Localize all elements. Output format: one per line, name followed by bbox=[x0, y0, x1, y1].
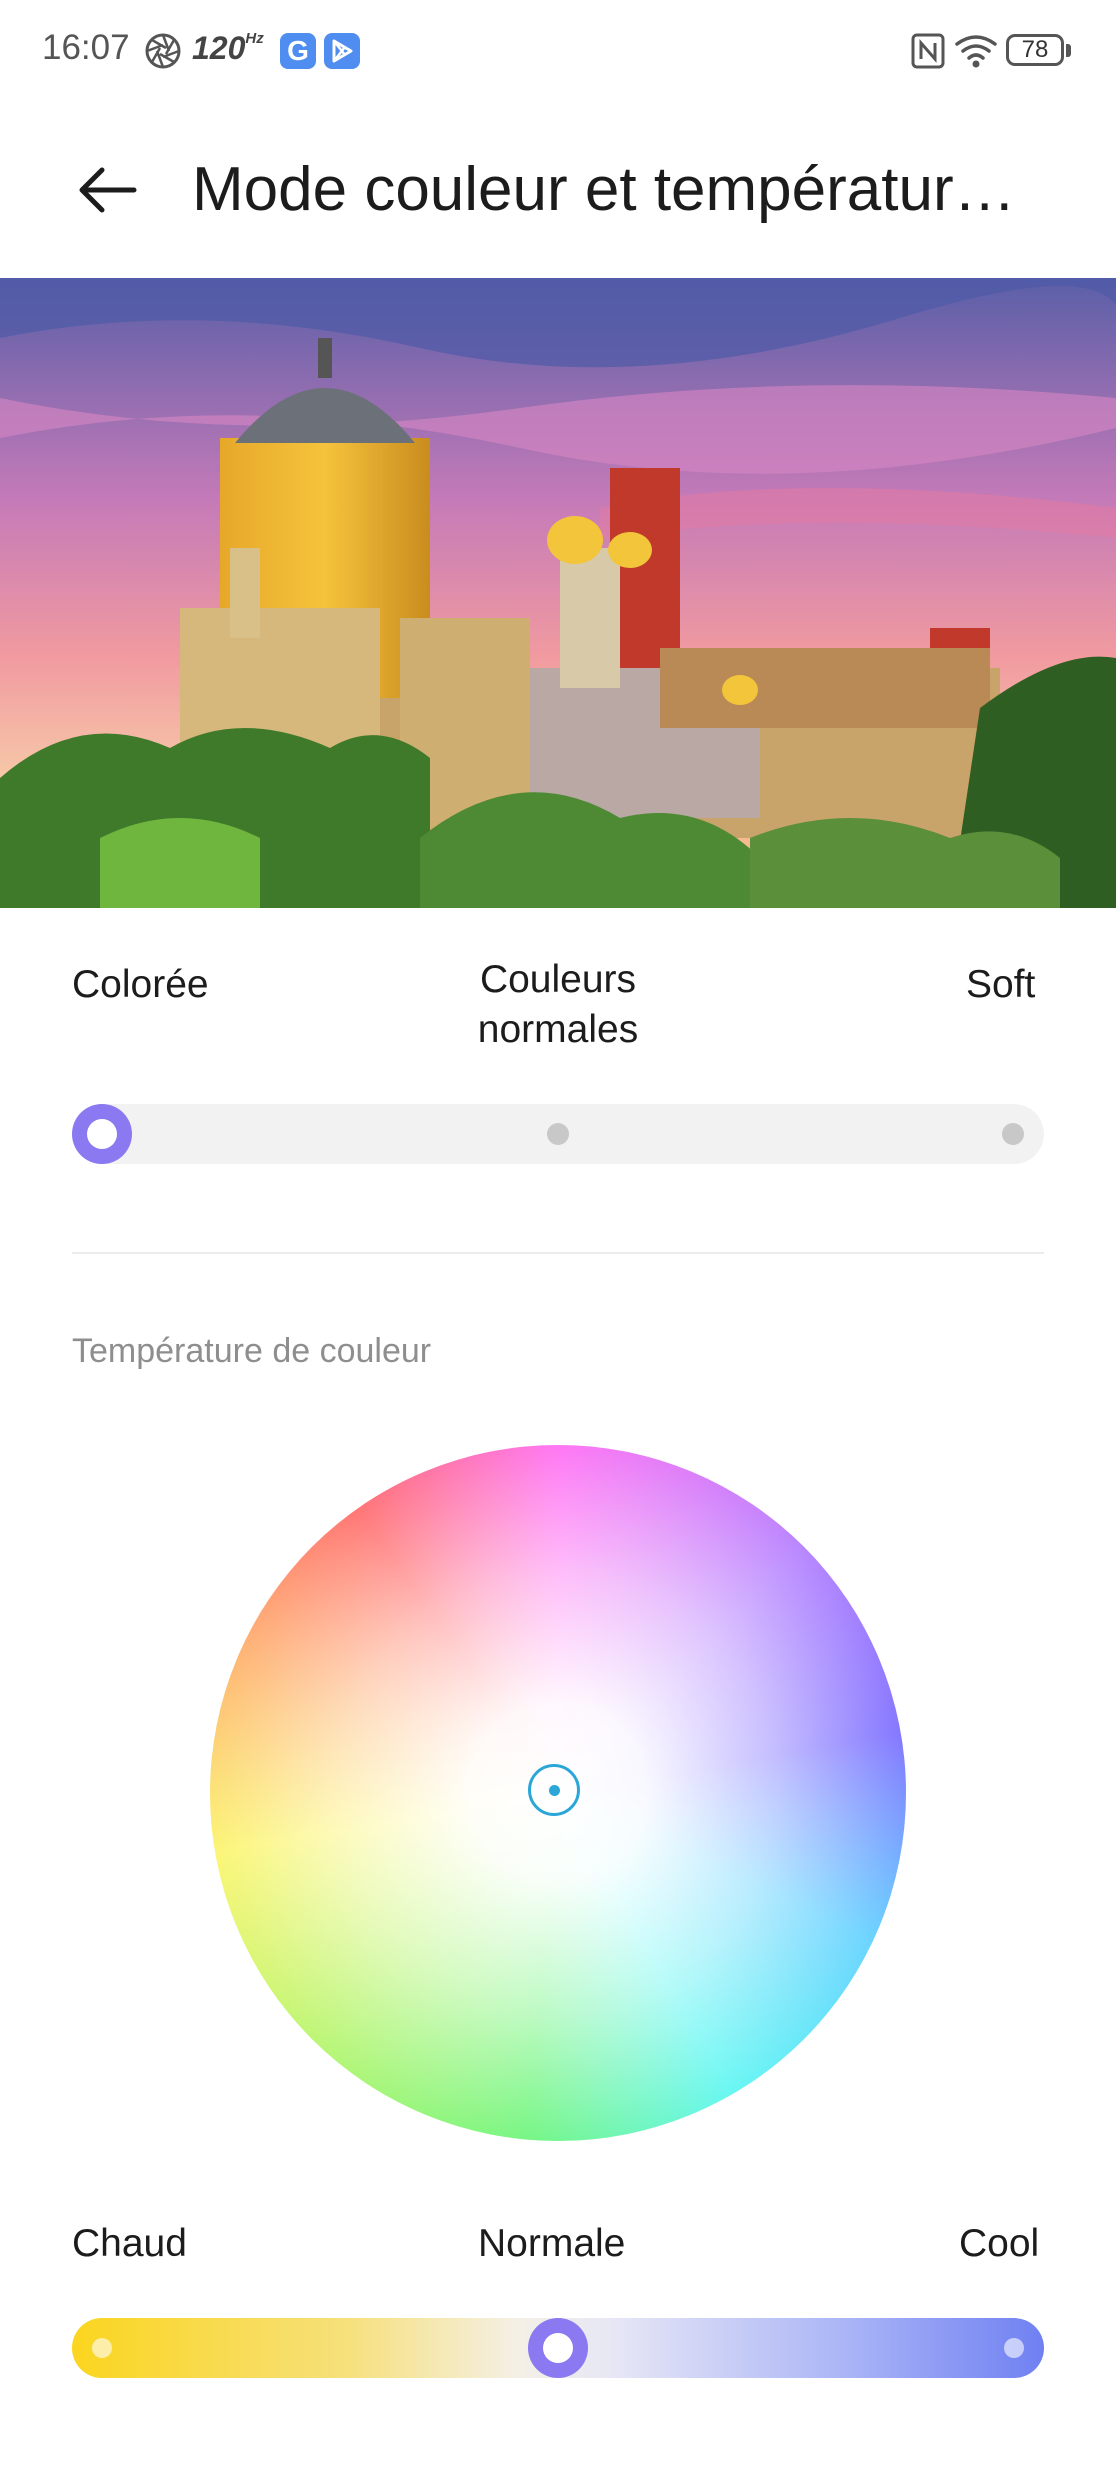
wifi-icon bbox=[954, 30, 998, 72]
google-icon: G bbox=[280, 33, 316, 69]
play-store-icon bbox=[324, 33, 360, 69]
divider bbox=[72, 1252, 1044, 1254]
temperature-option-warm[interactable]: Chaud bbox=[72, 2222, 187, 2266]
back-arrow-icon bbox=[79, 167, 137, 213]
color-temperature-slider-thumb[interactable] bbox=[528, 2318, 588, 2378]
battery-cap bbox=[1066, 44, 1071, 57]
color-wheel-picker[interactable] bbox=[528, 1764, 580, 1816]
temperature-option-normal[interactable]: Normale bbox=[478, 2222, 625, 2266]
battery-icon: 78 bbox=[1006, 34, 1064, 66]
mode-option-vivid[interactable]: Colorée bbox=[72, 963, 209, 1007]
mode-option-soft[interactable]: Soft bbox=[966, 963, 1035, 1007]
mode-option-normal[interactable]: Couleurs normales bbox=[440, 955, 676, 1055]
color-temperature-slider[interactable] bbox=[72, 2318, 1044, 2378]
refresh-rate-value: 120 bbox=[192, 30, 246, 66]
slider-step-dot bbox=[1004, 2338, 1024, 2358]
color-temperature-label: Température de couleur bbox=[72, 1332, 432, 1370]
color-mode-slider-thumb[interactable] bbox=[72, 1104, 132, 1164]
slider-step-dot bbox=[1002, 1123, 1024, 1145]
color-mode-slider[interactable] bbox=[72, 1104, 1044, 1164]
aperture-icon bbox=[142, 30, 184, 72]
page-title: Mode couleur et températur… bbox=[192, 155, 1016, 224]
refresh-rate-unit: Hz bbox=[245, 30, 264, 47]
slider-step-dot bbox=[547, 1123, 569, 1145]
nfc-icon bbox=[910, 30, 946, 72]
status-time: 16:07 bbox=[42, 28, 130, 67]
temperature-option-cool[interactable]: Cool bbox=[959, 2222, 1039, 2266]
refresh-rate-indicator: 120Hz bbox=[192, 30, 264, 67]
slider-step-dot bbox=[92, 2338, 112, 2358]
preview-image bbox=[0, 278, 1116, 908]
back-button[interactable] bbox=[72, 160, 142, 220]
status-bar: 16:07 120Hz G 78 bbox=[0, 0, 1116, 100]
